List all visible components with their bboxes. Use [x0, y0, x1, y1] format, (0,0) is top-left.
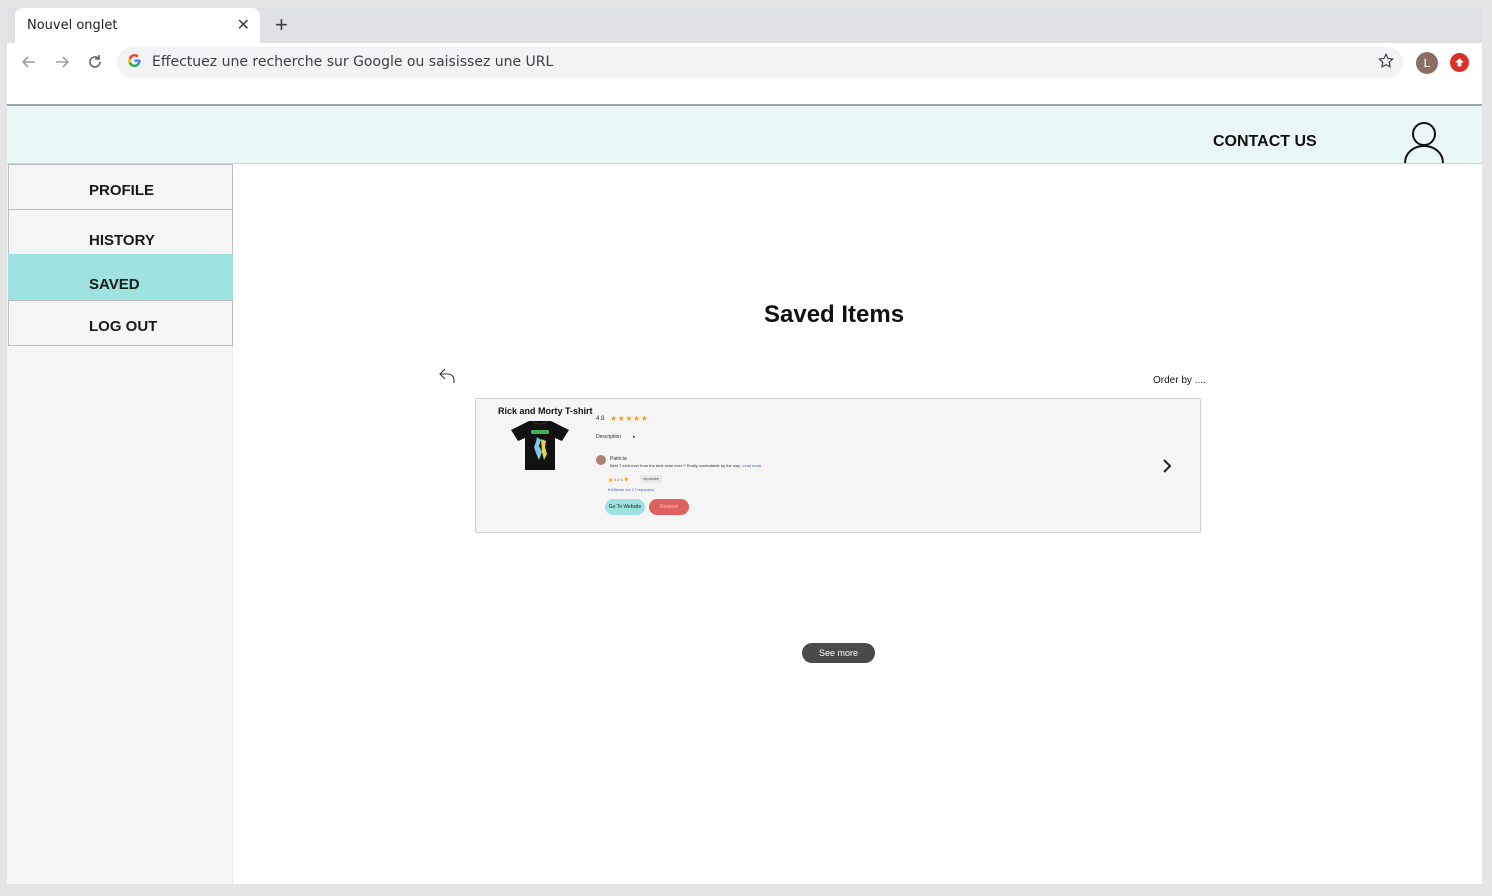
address-bar-placeholder: Effectuez une recherche sur Google ou sa…	[152, 54, 554, 70]
review-body: Best T-shirt ever from the best serie ev…	[610, 463, 744, 468]
caret-right-icon[interactable]: ▸	[633, 434, 636, 440]
sidebar-item-profile[interactable]: PROFILE	[8, 164, 233, 210]
sidebar-item-logout[interactable]: LOG OUT	[8, 300, 233, 346]
reply-button[interactable]: répondre	[640, 475, 663, 483]
browser-window: Nouvel onglet ✕ + Effectuez une recherch	[7, 8, 1482, 884]
site-header: CONTACT US	[7, 104, 1482, 164]
browser-tab[interactable]: Nouvel onglet ✕	[15, 8, 260, 43]
reviewer-avatar	[596, 455, 606, 465]
back-arrow-icon[interactable]	[437, 366, 457, 391]
back-arrow-icon[interactable]	[17, 50, 41, 74]
tab-title: Nouvel onglet	[27, 18, 118, 33]
google-icon	[127, 53, 142, 73]
order-by-dropdown[interactable]: Order by ....	[1153, 375, 1206, 386]
show-replies-link[interactable]: ▾ Afficher les 17 réponses	[608, 487, 654, 492]
sidebar-item-history[interactable]: HISTORY	[8, 209, 233, 255]
address-bar[interactable]: Effectuez une recherche sur Google ou sa…	[117, 47, 1403, 78]
reload-icon[interactable]	[83, 50, 107, 74]
review-text: Best T-shirt ever from the best serie ev…	[610, 463, 761, 468]
read-more-link[interactable]: read more	[743, 463, 761, 468]
sidebar-item-label: LOG OUT	[89, 318, 158, 335]
remove-button[interactable]: Remove	[649, 499, 689, 515]
sidebar: PROFILE HISTORY SAVED LOG OUT	[7, 164, 233, 884]
tab-strip: Nouvel onglet ✕ +	[7, 8, 1482, 43]
bookmark-star-icon[interactable]	[1377, 52, 1395, 75]
description-toggle[interactable]: Description	[596, 434, 621, 440]
product-image	[509, 419, 571, 476]
profile-avatar[interactable]: L	[1416, 52, 1438, 74]
close-tab-icon[interactable]: ✕	[237, 15, 250, 35]
sidebar-item-saved[interactable]: SAVED	[8, 254, 233, 301]
rating-stars: ★★★★★	[610, 414, 649, 423]
page-title: Saved Items	[764, 301, 905, 328]
see-more-button[interactable]: See more	[802, 643, 875, 663]
rating-value: 4.8	[596, 416, 605, 422]
sidebar-item-label: PROFILE	[89, 182, 155, 199]
user-account-icon[interactable]	[1403, 120, 1445, 169]
new-tab-button[interactable]: +	[275, 12, 288, 38]
go-to-website-button[interactable]: Go To Website	[605, 499, 645, 515]
web-page: CONTACT US PROFILE HISTORY SAVED LOG OUT	[7, 104, 1482, 884]
sidebar-item-label: HISTORY	[89, 232, 155, 249]
review-likes[interactable]: 👍 6.2 k 👎	[608, 477, 629, 482]
forward-arrow-icon[interactable]	[50, 50, 74, 74]
update-icon[interactable]	[1450, 53, 1469, 72]
item-title: Rick and Morty T-shirt	[498, 406, 593, 416]
chevron-right-icon[interactable]	[1160, 457, 1174, 480]
sidebar-item-label: SAVED	[89, 276, 140, 293]
browser-toolbar: Effectuez une recherche sur Google ou sa…	[7, 43, 1482, 104]
reviewer-name: Patricia	[610, 456, 627, 462]
saved-item-card: Rick and Morty T-shirt 4.8 ★★★★★ Descrip…	[475, 398, 1201, 533]
contact-us-link[interactable]: CONTACT US	[1213, 133, 1317, 151]
